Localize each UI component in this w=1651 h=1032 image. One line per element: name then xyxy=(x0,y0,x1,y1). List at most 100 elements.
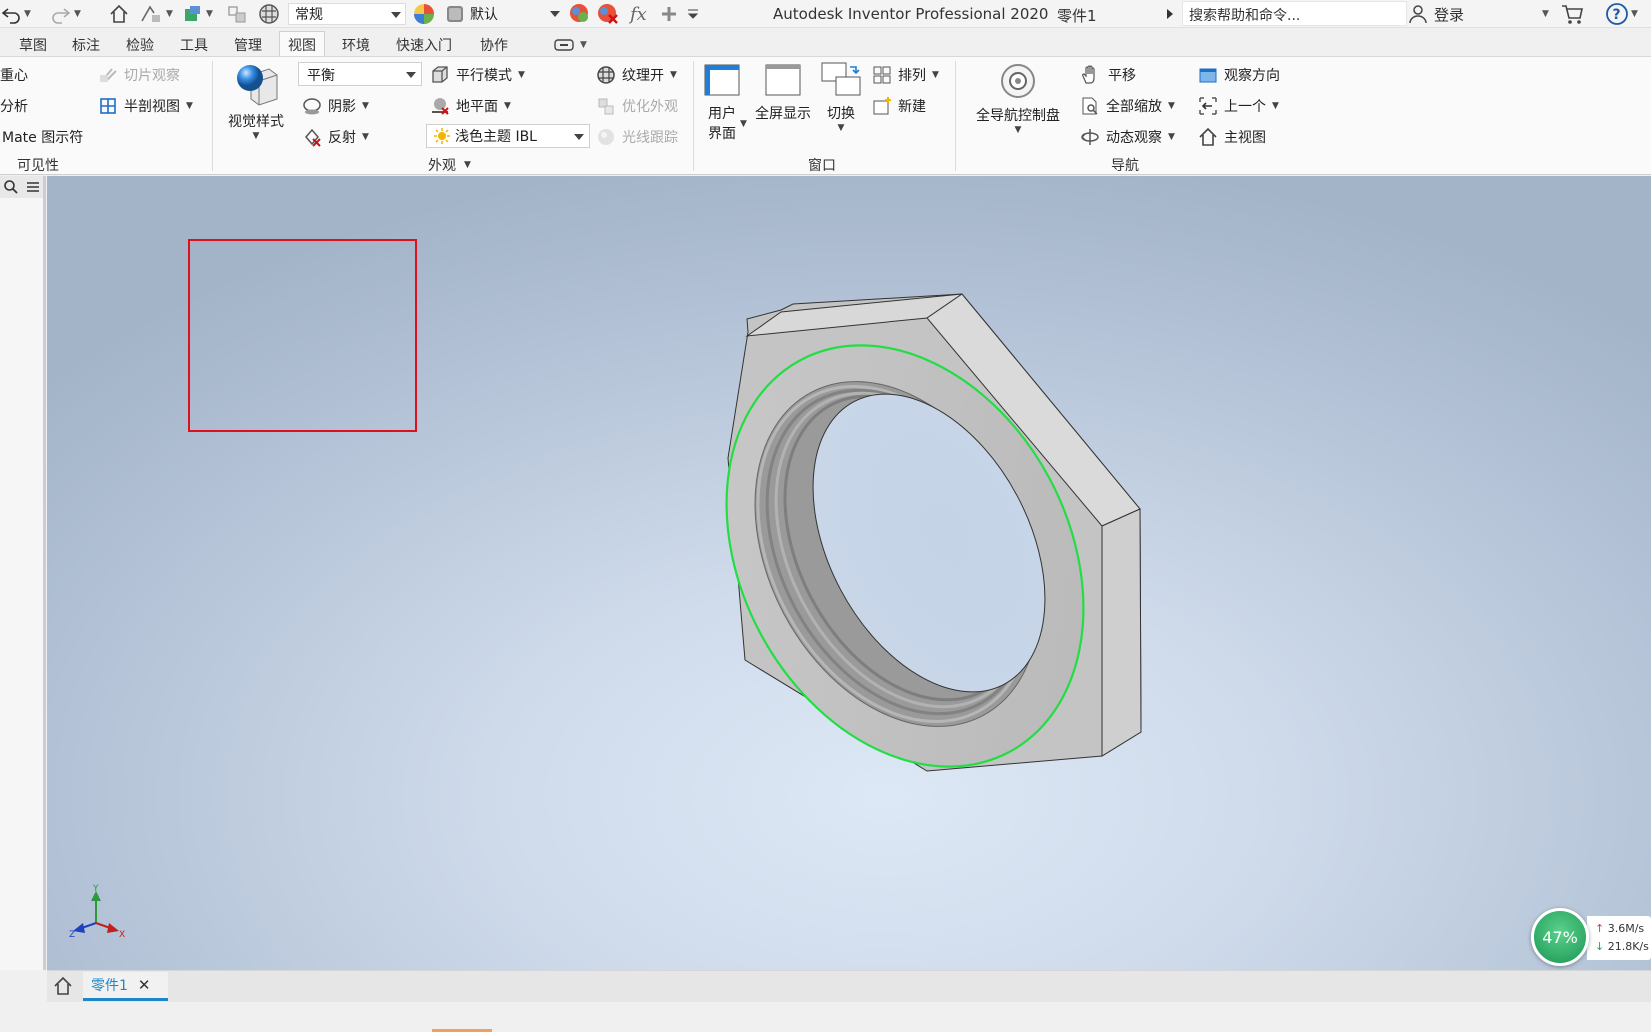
clear-appearance-icon[interactable] xyxy=(596,2,620,26)
chevron-down-icon[interactable]: ▼ xyxy=(1272,101,1279,111)
full-screen-button[interactable]: 全屏显示 xyxy=(750,61,816,123)
user-interface-label-1: 用户 xyxy=(708,106,736,122)
zoom-all-button[interactable]: 全部缩放 ▼ xyxy=(1080,96,1175,116)
home-view-button[interactable]: 主视图 xyxy=(1198,127,1266,147)
home-icon[interactable] xyxy=(53,976,73,1000)
graphics-viewport[interactable]: Y X Z xyxy=(47,176,1651,970)
new-window-label: 新建 xyxy=(898,99,926,115)
search-icon[interactable] xyxy=(3,179,19,195)
tab-inspect[interactable]: 检验 xyxy=(118,32,162,56)
texture-on-button[interactable]: 纹理开 ▼ xyxy=(596,65,677,85)
hex-nut-model[interactable] xyxy=(47,176,1651,970)
memory-percent-value: 47% xyxy=(1542,927,1578,947)
document-tab[interactable]: 零件1 ✕ xyxy=(83,972,168,1001)
texture-on-label: 纹理开 xyxy=(622,68,664,84)
select-priority-icon[interactable] xyxy=(226,2,248,26)
home-icon[interactable] xyxy=(108,2,130,26)
appearance-panel-label[interactable]: 外观 ▼ xyxy=(428,155,471,175)
chevron-down-icon[interactable]: ▼ xyxy=(518,70,525,80)
center-of-gravity-button[interactable]: 重心 xyxy=(0,65,28,85)
chevron-down-icon[interactable]: ▼ xyxy=(1168,132,1175,142)
visual-style-icon xyxy=(237,65,278,106)
chevron-down-icon[interactable]: ▼ xyxy=(186,101,193,111)
optimize-appearance-button[interactable]: 优化外观 xyxy=(596,96,678,116)
mate-symbol-label: Mate 图示符 xyxy=(2,130,84,146)
reflections-button[interactable]: 反射 ▼ xyxy=(302,127,369,147)
style-combo[interactable]: 常规 xyxy=(288,3,406,25)
balance-combo[interactable]: 平衡 xyxy=(298,62,422,86)
panel-toggle-icon xyxy=(554,39,574,51)
parallel-mode-button[interactable]: 平行模式 ▼ xyxy=(430,65,525,85)
memory-percent-badge[interactable]: 47% xyxy=(1531,908,1589,966)
texture-ball-icon[interactable] xyxy=(258,2,280,26)
previous-view-button[interactable]: 上一个 ▼ xyxy=(1198,96,1279,116)
chevron-down-icon[interactable]: ▼ xyxy=(362,101,369,111)
mate-symbol-button[interactable]: Mate 图示符 xyxy=(2,127,83,147)
view-triad: Y X Z xyxy=(69,884,125,939)
tab-manage[interactable]: 管理 xyxy=(226,32,270,56)
adjust-appearance-icon[interactable] xyxy=(568,2,592,26)
chevron-down-icon[interactable]: ▼ xyxy=(1168,101,1175,111)
half-section-icon xyxy=(100,98,116,114)
tab-tools[interactable]: 工具 xyxy=(172,32,216,56)
close-icon[interactable]: ✕ xyxy=(138,976,151,994)
tab-sketch[interactable]: 草图 xyxy=(11,32,55,56)
ground-plane-button[interactable]: 地平面 ▼ xyxy=(430,96,511,116)
half-section-label: 半剖视图 xyxy=(124,99,180,115)
chevron-down-icon[interactable]: ▼ xyxy=(740,119,747,129)
undo-dropdown-icon[interactable]: ▼ xyxy=(24,9,31,19)
measure-icon[interactable]: ▼ xyxy=(138,2,173,26)
slice-view-label: 切片观察 xyxy=(124,68,180,84)
new-window-icon xyxy=(873,97,891,115)
expand-arrow-icon[interactable] xyxy=(1164,2,1176,26)
login-button[interactable]: 登录 xyxy=(1408,2,1464,26)
appearance-combo[interactable]: 默认 xyxy=(440,3,564,25)
switch-window-button[interactable]: 切换 ▼ xyxy=(818,61,864,133)
shadows-button[interactable]: 阴影 ▼ xyxy=(302,96,369,116)
triad-z-label: Z xyxy=(69,930,75,939)
color-wheel-icon[interactable] xyxy=(412,2,436,26)
chevron-down-icon[interactable]: ▼ xyxy=(362,132,369,142)
chevron-down-icon[interactable]: ▼ xyxy=(932,70,939,80)
cart-icon[interactable] xyxy=(1560,2,1584,26)
ibl-combo[interactable]: 浅色主题 IBL xyxy=(426,124,590,148)
orbit-button[interactable]: 动态观察 ▼ xyxy=(1080,127,1175,147)
redo-dropdown-icon[interactable]: ▼ xyxy=(74,9,81,19)
optimize-appearance-label: 优化外观 xyxy=(622,99,678,115)
look-at-button[interactable]: 观察方向 xyxy=(1198,65,1280,85)
ribbon-tabs: 草图 标注 检验 工具 管理 视图 环境 快速入门 协作 ▼ xyxy=(0,29,1651,57)
material-icon[interactable]: ▼ xyxy=(182,2,213,26)
add-icon[interactable] xyxy=(660,2,678,26)
chevron-down-icon[interactable]: ▼ xyxy=(670,70,677,80)
status-bar xyxy=(0,1002,1651,1032)
pan-button[interactable]: 平移 xyxy=(1080,65,1136,85)
tab-environments[interactable]: 环境 xyxy=(334,32,378,56)
undo-button[interactable]: ▼ xyxy=(0,2,31,26)
redo-button[interactable]: ▼ xyxy=(50,2,81,26)
arrange-button[interactable]: 排列 ▼ xyxy=(872,65,939,85)
half-section-button[interactable]: 半剖视图 ▼ xyxy=(98,96,193,116)
full-navigation-wheel-button[interactable]: 全导航控制盘 ▼ xyxy=(968,61,1068,135)
network-speed-widget[interactable]: ↑ 3.6M/s ↓ 21.8K/s 47% xyxy=(1531,906,1651,968)
panel-display-toggle[interactable]: ▼ xyxy=(546,33,595,57)
customize-dropdown-icon[interactable] xyxy=(686,2,700,26)
chevron-down-icon xyxy=(574,134,584,140)
panel-divider xyxy=(693,61,694,171)
login-dropdown-icon[interactable]: ▼ xyxy=(1540,2,1549,26)
visibility-panel-label: 可见性 xyxy=(17,158,59,174)
slice-view-button[interactable]: 切片观察 xyxy=(98,65,180,85)
tab-view[interactable]: 视图 xyxy=(279,31,325,57)
analysis-button[interactable]: 分析 xyxy=(0,96,28,116)
tab-collaborate[interactable]: 协作 xyxy=(472,32,516,56)
ray-tracing-button[interactable]: 光线跟踪 xyxy=(596,127,678,147)
fx-icon[interactable]: fx xyxy=(628,2,652,26)
chevron-down-icon[interactable]: ▼ xyxy=(504,101,511,111)
menu-icon[interactable] xyxy=(25,179,41,195)
tab-annotate[interactable]: 标注 xyxy=(64,32,108,56)
visual-style-button[interactable]: 视觉样式 ▼ xyxy=(224,61,288,141)
search-input[interactable]: 搜索帮助和命令... xyxy=(1182,1,1407,26)
tab-get-started[interactable]: 快速入门 xyxy=(388,32,460,56)
new-window-button[interactable]: 新建 xyxy=(872,96,926,116)
user-interface-button[interactable]: 用户 界面 xyxy=(700,61,744,143)
help-icon[interactable]: ? ▼ xyxy=(1605,2,1638,26)
